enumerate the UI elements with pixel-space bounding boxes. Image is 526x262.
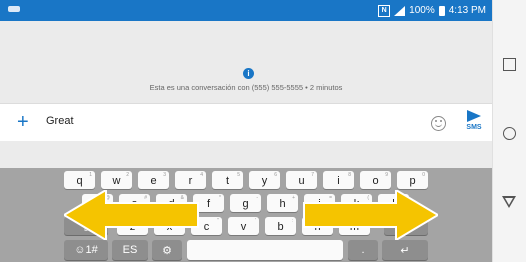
nav-home-icon[interactable] bbox=[503, 127, 516, 140]
key-i-hint: 8 bbox=[348, 172, 351, 178]
left-arrow-annotation bbox=[64, 190, 199, 240]
key-q-hint: 1 bbox=[89, 172, 92, 178]
space-key[interactable] bbox=[187, 240, 343, 260]
settings-key[interactable]: ⚙ bbox=[152, 240, 182, 260]
key-h[interactable]: h + bbox=[267, 194, 298, 212]
symbols-key[interactable]: ☺1# bbox=[64, 240, 108, 260]
key-t[interactable]: t5 bbox=[212, 171, 243, 189]
key-v[interactable]: v ' bbox=[228, 217, 259, 235]
period-key-label: . bbox=[361, 244, 365, 256]
navigation-bar bbox=[492, 0, 526, 262]
conversation-info-text: Esta es una conversación con (555) 555-5… bbox=[149, 83, 343, 92]
keyboard-right-edge bbox=[432, 168, 492, 262]
key-g-hint: - bbox=[256, 195, 258, 201]
key-u[interactable]: u7 bbox=[286, 171, 317, 189]
key-q[interactable]: q1 bbox=[64, 171, 95, 189]
key-e-hint: 3 bbox=[163, 172, 166, 178]
nfc-icon: N bbox=[378, 4, 391, 17]
key-b-hint: : bbox=[291, 218, 293, 224]
enter-icon: ↵ bbox=[400, 245, 410, 257]
key-e[interactable]: e3 bbox=[138, 171, 169, 189]
key-y[interactable]: y6 bbox=[249, 171, 280, 189]
message-input[interactable]: Great bbox=[46, 115, 74, 127]
key-g[interactable]: g- bbox=[230, 194, 261, 212]
keyboard-gap bbox=[0, 141, 492, 168]
send-label: SMS bbox=[466, 124, 482, 131]
info-icon: i bbox=[243, 68, 254, 79]
conversation-area: i Esta es una conversación con (555) 555… bbox=[0, 21, 492, 103]
key-y-hint: 6 bbox=[274, 172, 277, 178]
key-o-hint: 9 bbox=[385, 172, 388, 178]
battery-level: 100% bbox=[409, 5, 435, 16]
send-button[interactable]: SMS bbox=[462, 108, 486, 138]
key-v-hint: ' bbox=[255, 218, 256, 224]
nav-recent-icon[interactable] bbox=[503, 58, 516, 71]
key-w-hint: 2 bbox=[126, 172, 129, 178]
language-key-label: ES bbox=[122, 244, 138, 256]
key-o[interactable]: o9 bbox=[360, 171, 391, 189]
key-r[interactable]: r4 bbox=[175, 171, 206, 189]
language-key[interactable]: ES bbox=[112, 240, 148, 260]
compose-bar: + Great SMS bbox=[0, 103, 492, 143]
emoji-icon[interactable] bbox=[431, 116, 446, 131]
keyboard-left-edge bbox=[0, 168, 60, 262]
gear-icon: ⚙ bbox=[162, 245, 172, 257]
key-b[interactable]: b: bbox=[265, 217, 296, 235]
key-t-hint: 5 bbox=[237, 172, 240, 178]
key-c-hint: " bbox=[217, 218, 219, 224]
right-arrow-annotation bbox=[303, 190, 438, 240]
enter-key[interactable]: ↵ bbox=[382, 240, 428, 260]
add-attachment-button[interactable]: + bbox=[17, 110, 29, 134]
message-notification-icon bbox=[8, 6, 20, 12]
period-key[interactable]: . bbox=[348, 240, 378, 260]
key-u-hint: 7 bbox=[311, 172, 314, 178]
key-p[interactable]: p0 bbox=[397, 171, 428, 189]
signal-icon bbox=[394, 5, 406, 16]
status-bar: N 100% 4:13 PM bbox=[0, 0, 492, 21]
key-w[interactable]: w2 bbox=[101, 171, 132, 189]
send-icon bbox=[467, 110, 481, 122]
key-h-hint: + bbox=[292, 195, 295, 201]
key-f-hint: * bbox=[219, 195, 221, 201]
clock: 4:13 PM bbox=[448, 5, 486, 16]
symbols-key-label: ☺1# bbox=[74, 244, 98, 256]
key-r-hint: 4 bbox=[200, 172, 203, 178]
battery-icon bbox=[438, 5, 445, 16]
key-i[interactable]: i8 bbox=[323, 171, 354, 189]
status-right: N 100% 4:13 PM bbox=[378, 3, 486, 18]
key-p-hint: 0 bbox=[422, 172, 425, 178]
nav-back-icon[interactable] bbox=[502, 196, 516, 208]
